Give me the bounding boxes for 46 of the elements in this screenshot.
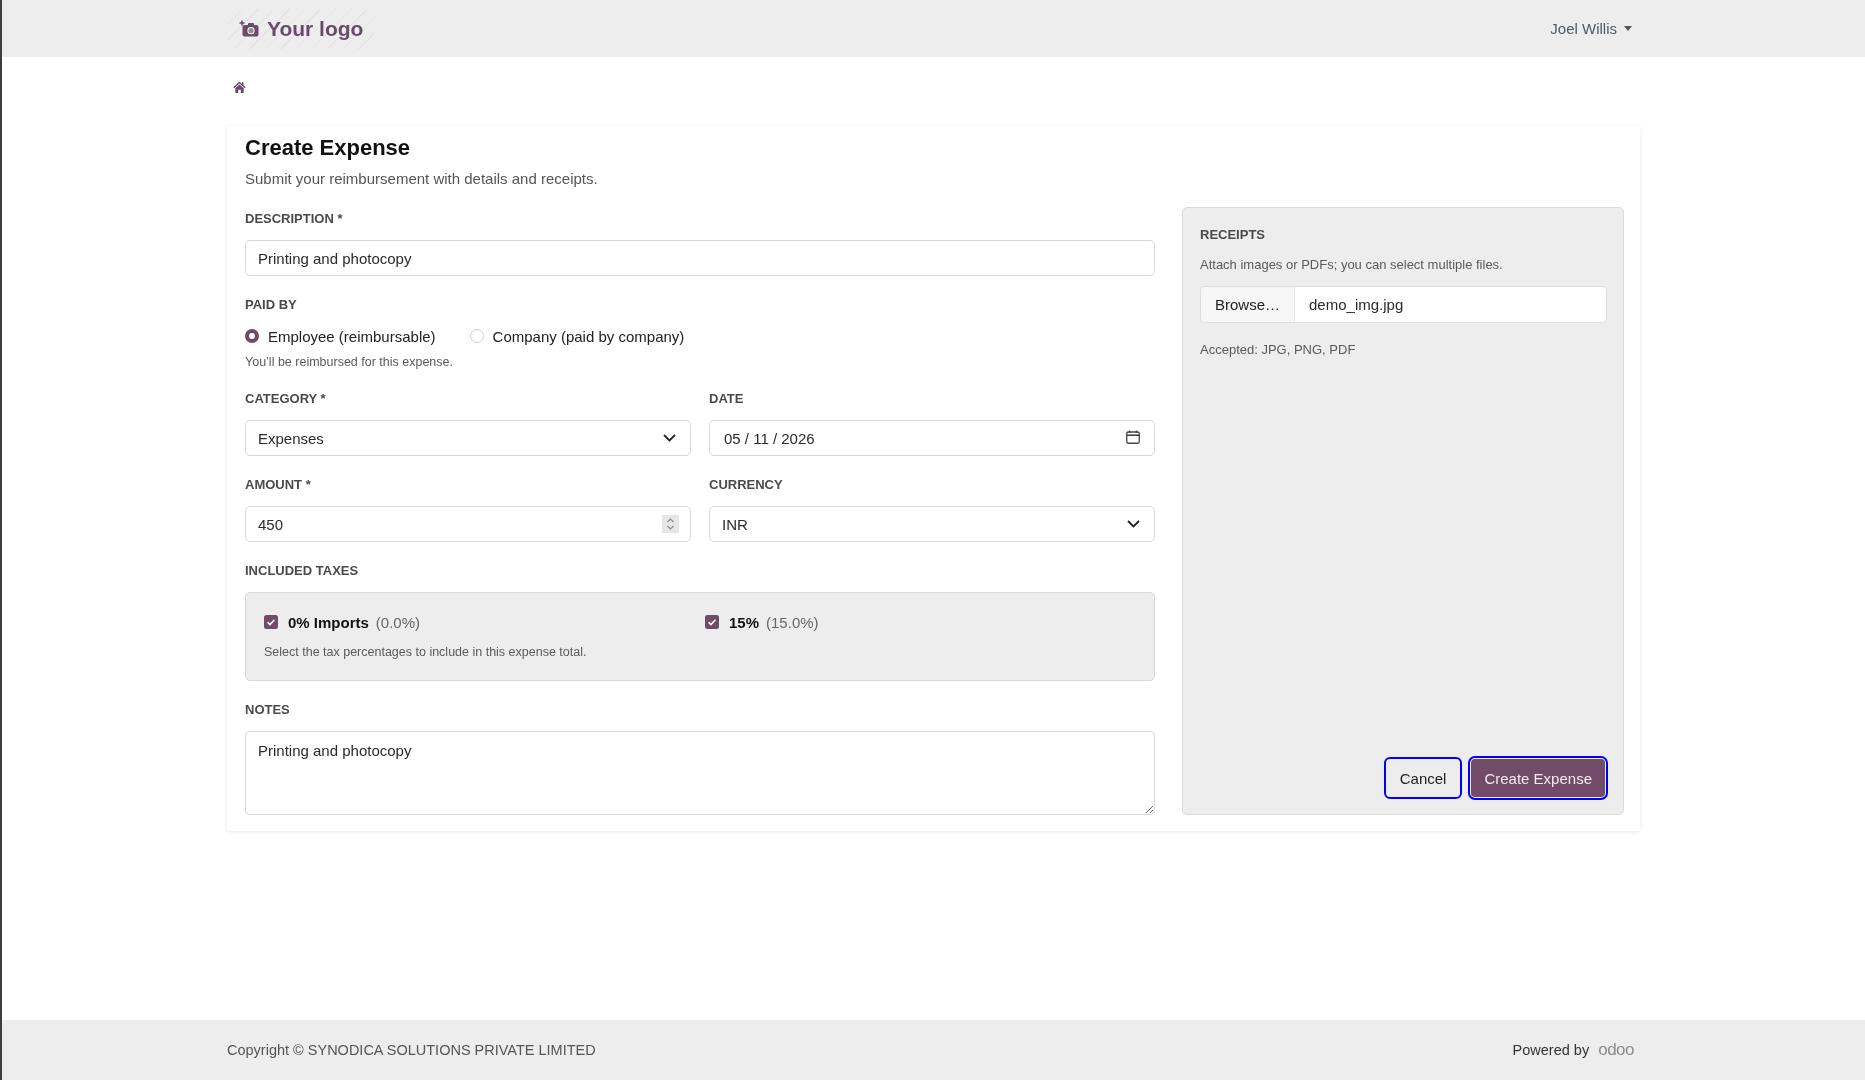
help-text: Accepted: JPG, PNG, PDF xyxy=(1200,342,1356,359)
section-label: RECEIPTS xyxy=(1200,227,1265,244)
page-subtitle: Submit your reimbursement with details and receipts. xyxy=(245,169,598,190)
powered-by-text: Powered by xyxy=(1512,1042,1590,1058)
create-button[interactable]: Create Expense xyxy=(1471,759,1605,798)
calendar-icon[interactable] xyxy=(1126,430,1140,445)
spinner-icon[interactable] xyxy=(662,515,679,534)
help-text: Select the tax percentages to include in this expense total. xyxy=(264,644,587,661)
logo-link[interactable]: Your logo xyxy=(228,8,376,49)
help-text: Attach images or PDFs; you can select multiple files. xyxy=(1200,257,1503,274)
field-label: PAID BY xyxy=(245,297,297,314)
field-label: DESCRIPTION * xyxy=(245,211,343,228)
home-icon[interactable] xyxy=(233,81,246,93)
amount-field[interactable]: 450 xyxy=(245,506,691,543)
radio-button[interactable] xyxy=(245,329,259,344)
radio-label: Employee (reimbursable) xyxy=(268,327,436,345)
field-label: CATEGORY * xyxy=(245,391,326,408)
tax-checkbox[interactable] xyxy=(705,615,719,630)
field-label: INCLUDED TAXES xyxy=(245,563,359,580)
cancel-button[interactable]: Cancel xyxy=(1385,759,1461,798)
camera-icon xyxy=(239,20,259,37)
tax-checkbox[interactable] xyxy=(264,615,278,630)
category-select[interactable]: Expenses xyxy=(245,420,691,457)
radio-label: Company (paid by company) xyxy=(492,327,685,345)
tax-rate: (15.0%) xyxy=(766,613,819,631)
tax-rate: (0.0%) xyxy=(375,613,421,631)
copyright-text: Copyright © SYNODICA SOLUTIONS PRIVATE LIMITED xyxy=(227,1042,596,1058)
file-name-field[interactable]: demo_img.jpg xyxy=(1295,286,1607,324)
browse-button[interactable]: Browse… xyxy=(1200,286,1296,324)
chevron-down-icon xyxy=(1127,520,1140,529)
chevron-down-icon xyxy=(663,434,676,443)
field-label: AMOUNT * xyxy=(245,477,311,494)
tax-name: 0% Imports xyxy=(288,613,369,631)
notes-field[interactable]: Printing and photocopy xyxy=(245,731,1155,816)
caret-icon xyxy=(1624,26,1632,31)
field-label: CURRENCY xyxy=(709,477,783,494)
field-label: NOTES xyxy=(245,702,290,719)
help-text: You’ll be reimbursed for this expense. xyxy=(245,354,453,371)
radio-button[interactable] xyxy=(469,329,484,344)
page-title: Create Expense xyxy=(245,135,411,162)
field-label: DATE xyxy=(709,391,744,408)
date-field[interactable]: 05 / 11 / 2026 xyxy=(709,420,1155,457)
user-menu-button[interactable]: Joel Willis xyxy=(1550,20,1632,37)
currency-select[interactable]: INR xyxy=(709,506,1155,543)
tax-name: 15% xyxy=(729,613,760,631)
description-field[interactable]: Printing and photocopy xyxy=(245,240,1155,277)
